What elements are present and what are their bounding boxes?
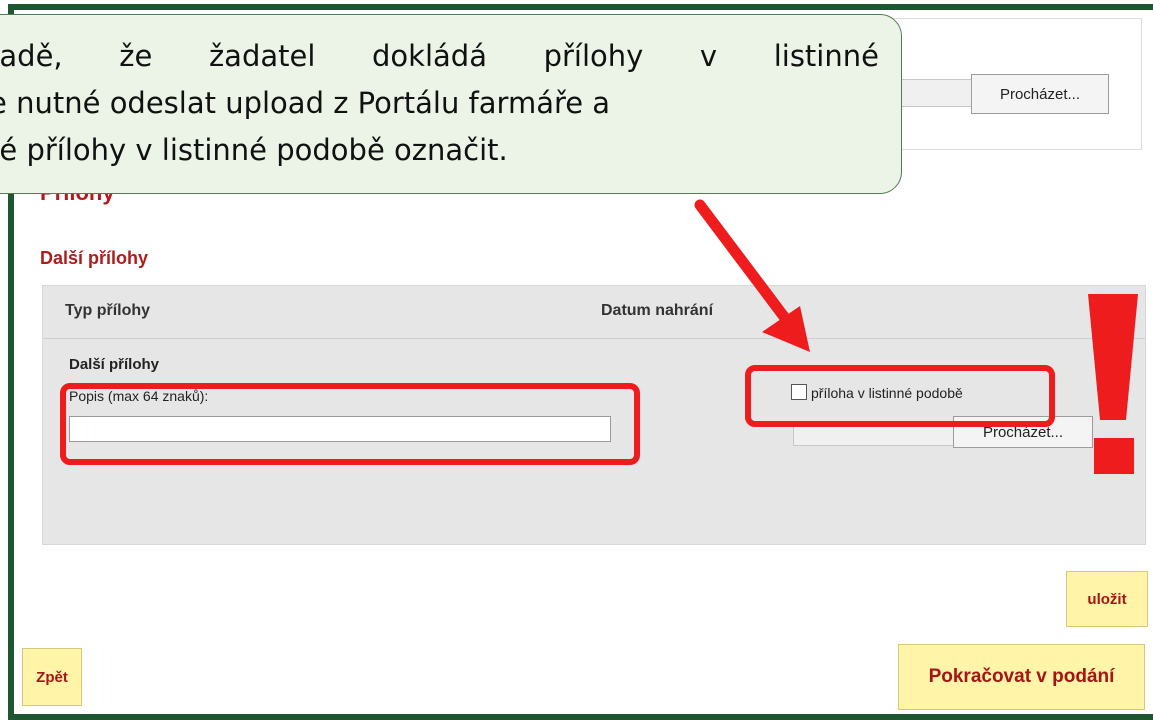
continue-button[interactable]: Pokračovat v podání: [898, 644, 1145, 710]
save-button[interactable]: uložit: [1066, 571, 1148, 627]
back-button[interactable]: Zpět: [22, 648, 82, 706]
exclamation-icon: [1088, 294, 1138, 474]
callout-word: dokládá: [372, 39, 487, 73]
callout-line-3: né přílohy v listinné podobě označit.: [0, 133, 508, 167]
callout-word: listinné: [773, 39, 879, 73]
callout-word: padě,: [0, 39, 63, 73]
callout-word: žadatel: [208, 39, 316, 73]
instruction-callout: padě, že žadatel dokládá přílohy v listi…: [0, 14, 902, 194]
callout-word: přílohy: [543, 39, 644, 73]
callout-word: že: [119, 39, 153, 73]
callout-word: v: [699, 39, 718, 73]
callout-line-2: je nutné odeslat upload z Portálu farmář…: [0, 86, 611, 120]
callout-line-1: padě, že žadatel dokládá přílohy v listi…: [0, 33, 879, 80]
